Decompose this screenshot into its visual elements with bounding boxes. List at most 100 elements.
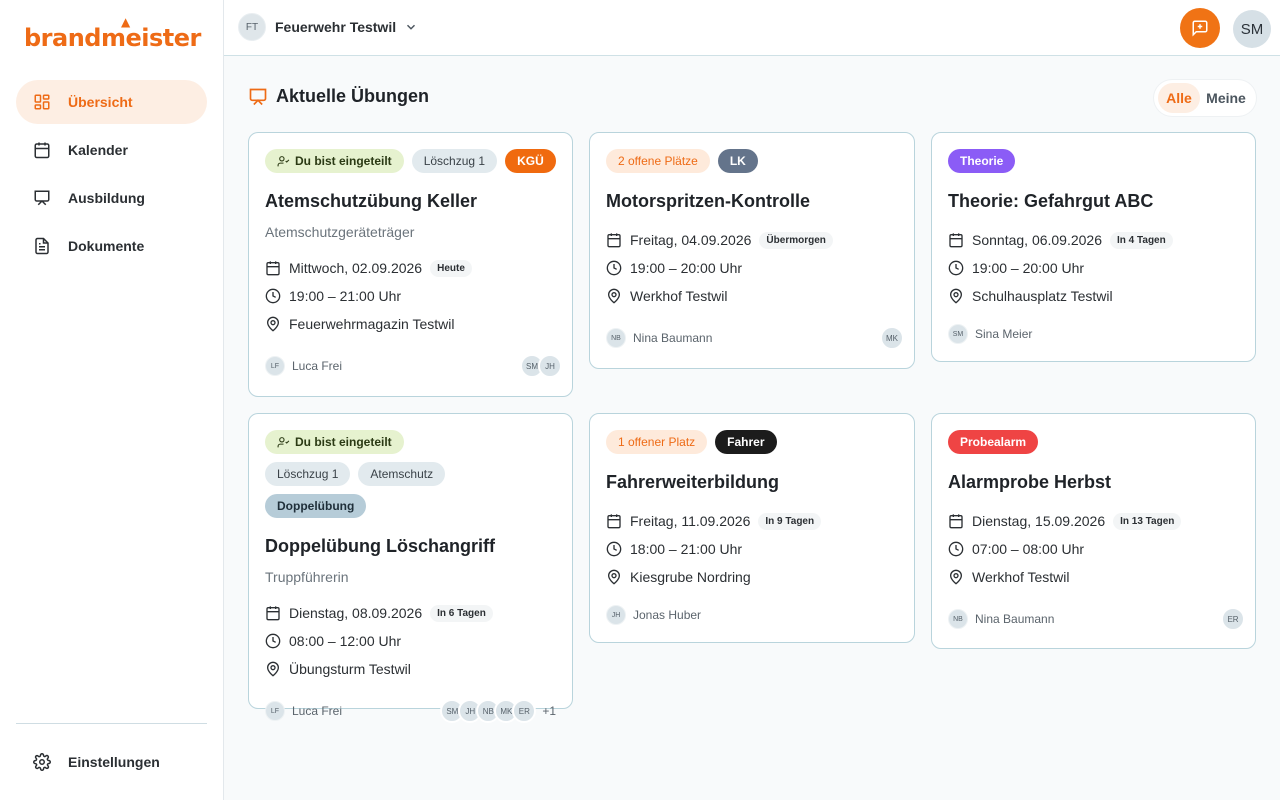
date-row: Freitag, 04.09.2026 Übermorgen: [606, 226, 898, 254]
time-row: 08:00 – 12:00 Uhr: [265, 627, 556, 655]
card-leader: NB Nina Baumann: [948, 609, 1054, 629]
card-title: Theorie: Gefahrgut ABC: [948, 191, 1154, 211]
exercise-card[interactable]: Theorie Theorie: Gefahrgut ABC Sonntag, …: [931, 132, 1256, 362]
type-badge: Probealarm: [948, 430, 1039, 454]
clock-icon: [265, 633, 281, 649]
avatar: NB: [948, 609, 968, 629]
filter-all-button[interactable]: Alle: [1158, 83, 1200, 113]
card-title: Doppelübung Löschangriff: [265, 536, 495, 556]
avatar: JH: [538, 354, 562, 378]
avatar: NB: [606, 328, 626, 348]
avatar: JH: [606, 605, 626, 625]
card-title: Motorspritzen-Kontrolle: [606, 191, 810, 211]
card-role: Truppführerin: [265, 569, 349, 585]
map-pin-icon: [949, 569, 963, 585]
map-pin-icon: [266, 661, 280, 677]
open-spots-badge: 1 offener Platz: [606, 430, 708, 454]
calendar-icon: [949, 233, 963, 248]
card-badges: 1 offener Platz Fahrer: [606, 430, 898, 454]
logo-accent-icon: ▲: [121, 15, 130, 29]
date-row: Freitag, 11.09.2026 In 9 Tagen: [606, 507, 898, 535]
type-badge: LK: [717, 149, 758, 173]
type-badge: Theorie: [948, 149, 1016, 173]
card-leader: LF Luca Frei: [265, 356, 342, 376]
sidebar-item-label: Ausbildung: [68, 190, 145, 206]
relative-date-badge: In 9 Tagen: [758, 512, 822, 530]
calendar-icon: [266, 606, 280, 621]
assigned-badge: Du bist eingeteilt: [265, 149, 404, 173]
filter-mine-button[interactable]: Meine: [1200, 83, 1252, 113]
message-plus-icon: [1192, 20, 1208, 37]
participant-avatars: SM JH: [520, 354, 562, 378]
document-icon: [32, 236, 52, 256]
exercise-card[interactable]: Du bist eingeteilt Löschzug 1 Atemschutz…: [248, 413, 573, 723]
qualification-badge: Atemschutz: [358, 462, 446, 486]
time-row: 19:00 – 21:00 Uhr: [265, 282, 556, 310]
card-leader: NB Nina Baumann: [606, 328, 712, 348]
group-badge: Löschzug 1: [265, 462, 351, 486]
sidebar-item-einstellungen[interactable]: Einstellungen: [16, 740, 207, 784]
participant-avatars: MK: [880, 326, 904, 350]
card-badges: Du bist eingeteilt Löschzug 1 KGÜ: [265, 149, 556, 173]
clock-icon: [948, 260, 964, 276]
location-row: Feuerwehrmagazin Testwil: [265, 310, 556, 338]
card-title: Fahrerweiterbildung: [606, 472, 780, 492]
calendar-icon: [607, 233, 621, 248]
date-row: Dienstag, 15.09.2026 In 13 Tagen: [948, 507, 1239, 535]
avatar: ER: [512, 699, 537, 723]
avatar: LF: [265, 356, 285, 376]
type-badge: KGÜ: [505, 149, 556, 173]
exercise-card[interactable]: 2 offene Plätze LK Motorspritzen-Kontrol…: [589, 132, 915, 369]
user-check-icon: [277, 436, 290, 447]
time-row: 18:00 – 21:00 Uhr: [606, 535, 898, 563]
location-row: Kiesgrube Nordring: [606, 563, 898, 591]
sidebar-item-label: Einstellungen: [68, 754, 160, 770]
card-badges: Probealarm: [948, 430, 1239, 454]
org-switcher[interactable]: FT Feuerwehr Testwil: [238, 13, 418, 41]
sidebar: brandmeister ▲ Übersicht Kalender Ausbild…: [0, 0, 224, 800]
time-row: 19:00 – 20:00 Uhr: [948, 254, 1239, 282]
card-badges: Du bist eingeteilt Löschzug 1 Atemschutz…: [265, 430, 495, 518]
sidebar-item-label: Dokumente: [68, 238, 145, 254]
location-row: Werkhof Testwil: [948, 563, 1239, 591]
sidebar-item-label: Übersicht: [68, 94, 133, 110]
dashboard-icon: [32, 92, 52, 112]
calendar-icon: [607, 514, 621, 529]
clock-icon: [265, 288, 281, 304]
card-badges: 2 offene Plätze LK: [606, 149, 898, 173]
card-badges: Theorie: [948, 149, 1239, 173]
sidebar-item-ausbildung[interactable]: Ausbildung: [16, 176, 207, 220]
relative-date-badge: In 6 Tagen: [430, 604, 493, 622]
presentation-icon: [32, 188, 52, 208]
map-pin-icon: [266, 316, 280, 332]
type-badge: Doppelübung: [265, 494, 367, 518]
sidebar-nav: Übersicht Kalender Ausbildung Dokumente: [16, 80, 207, 272]
user-avatar[interactable]: SM: [1233, 10, 1271, 48]
calendar-icon: [949, 514, 963, 529]
more-participants-count: +1: [542, 704, 556, 718]
section-title: Aktuelle Übungen: [276, 86, 430, 106]
sidebar-item-kalender[interactable]: Kalender: [16, 128, 207, 172]
relative-date-badge: Heute: [430, 259, 472, 277]
clock-icon: [948, 541, 964, 557]
exercise-card[interactable]: 1 offener Platz Fahrer Fahrerweiterbildu…: [589, 413, 915, 643]
assigned-badge: Du bist eingeteilt: [265, 430, 404, 454]
brand-logo[interactable]: brandmeister ▲: [24, 15, 201, 52]
location-row: Werkhof Testwil: [606, 282, 898, 310]
relative-date-badge: Übermorgen: [759, 231, 833, 249]
card-leader: LF Luca Frei: [265, 701, 342, 721]
avatar: LF: [265, 701, 285, 721]
feedback-button[interactable]: [1180, 8, 1220, 48]
date-row: Dienstag, 08.09.2026 In 6 Tagen: [265, 599, 556, 627]
sidebar-item-label: Kalender: [68, 142, 128, 158]
presentation-icon: [249, 88, 267, 105]
card-leader: SM Sina Meier: [948, 324, 1032, 344]
card-role: Atemschutzgeräteträger: [265, 224, 415, 240]
participant-avatars: SM JH NB MK ER +1: [440, 699, 556, 723]
exercise-card[interactable]: Probealarm Alarmprobe Herbst Dienstag, 1…: [931, 413, 1256, 649]
sidebar-item-uebersicht[interactable]: Übersicht: [16, 80, 207, 124]
sidebar-item-dokumente[interactable]: Dokumente: [16, 224, 207, 268]
exercise-card[interactable]: Du bist eingeteilt Löschzug 1 KGÜ Atemsc…: [248, 132, 573, 397]
time-row: 07:00 – 08:00 Uhr: [948, 535, 1239, 563]
org-avatar: FT: [238, 13, 266, 41]
